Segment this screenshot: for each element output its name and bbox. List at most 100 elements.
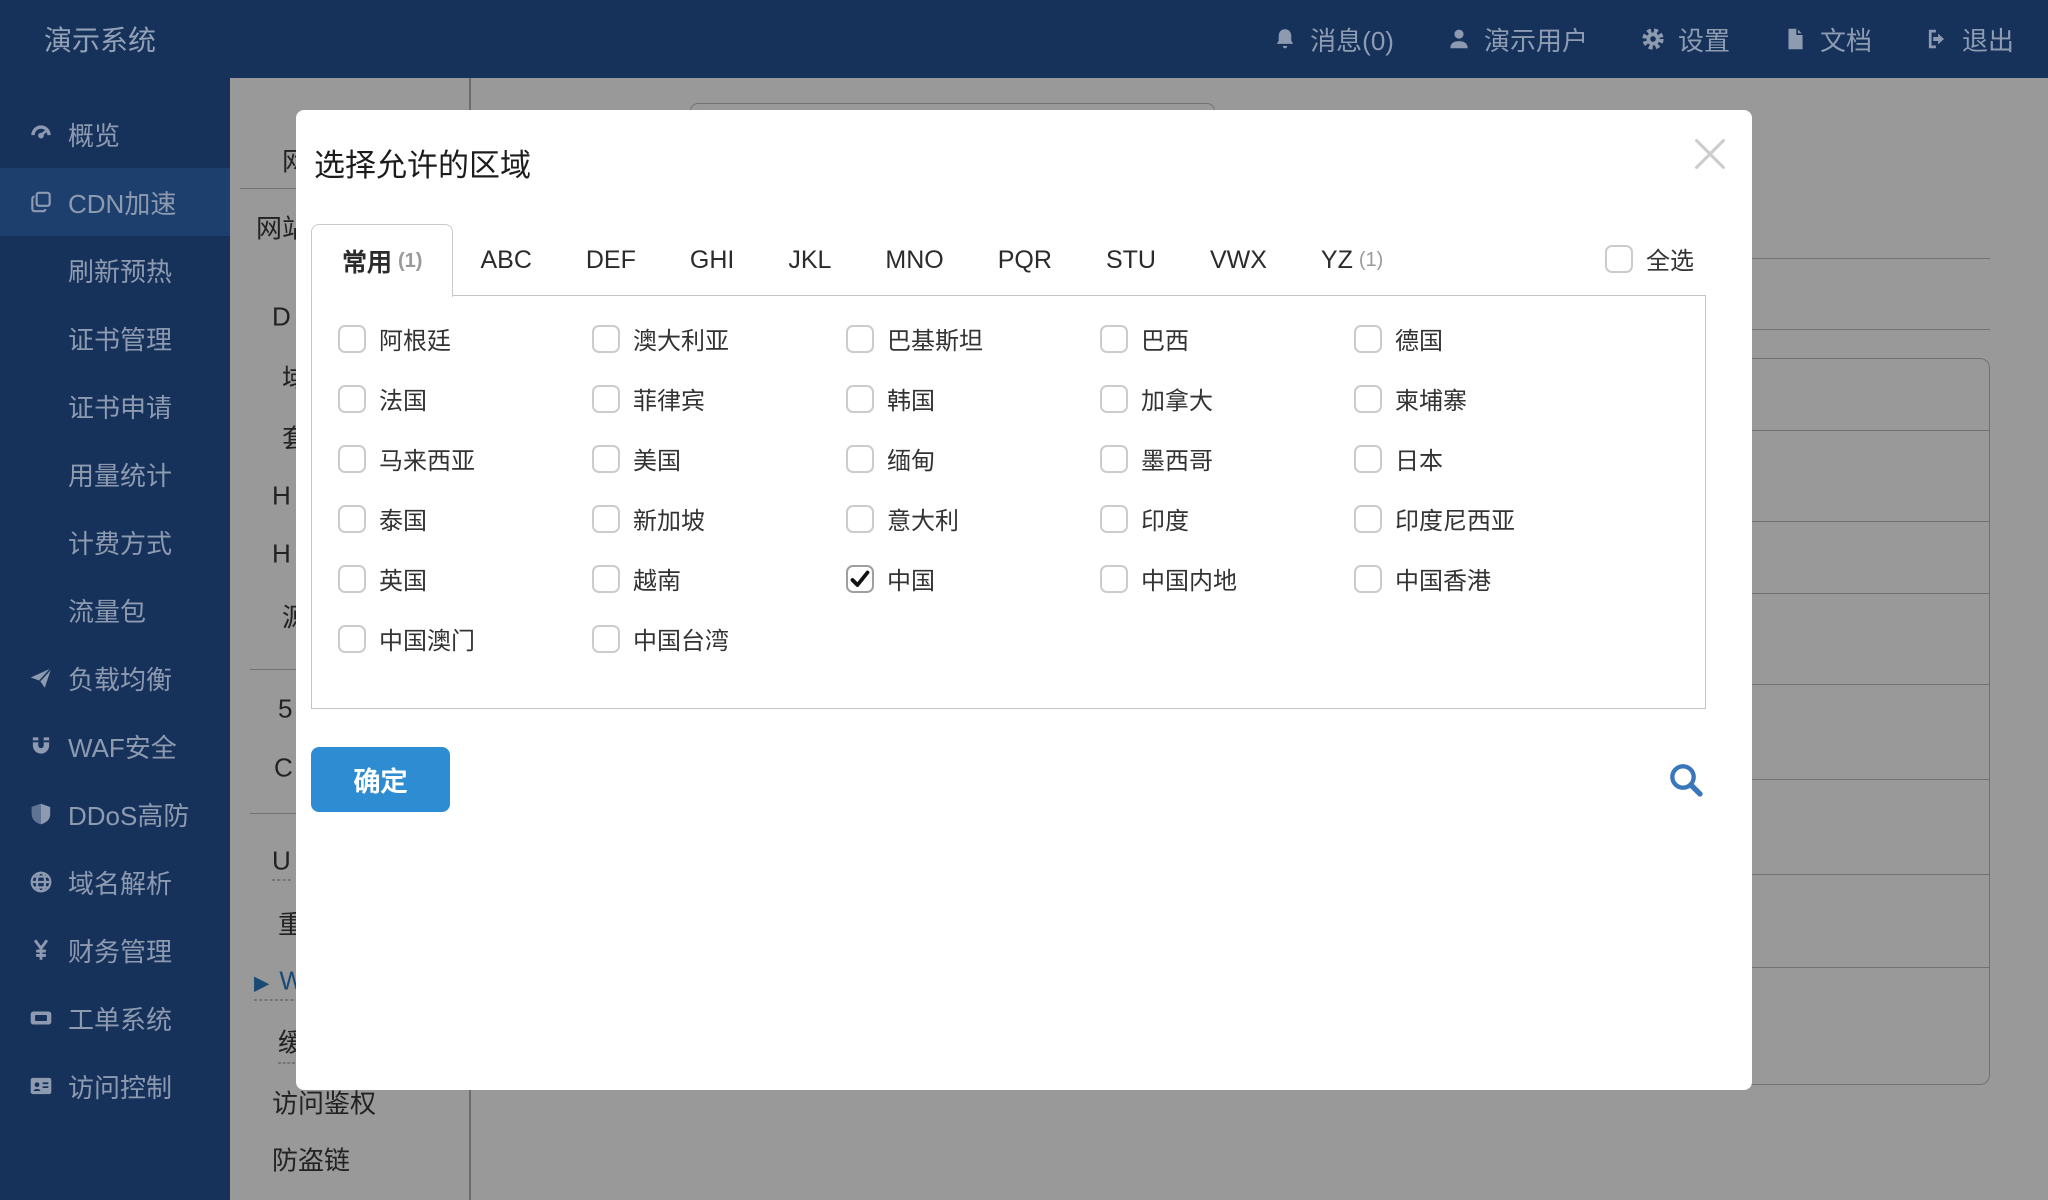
sidebar-item-9[interactable]: 负载均衡 [0,644,230,712]
region-label: 韩国 [887,388,935,415]
region-option[interactable]: 泰国 [338,501,592,536]
sidebar-item-5[interactable]: 证书申请 [0,372,230,440]
nav-item-5[interactable]: 退出 [1924,21,2014,58]
region-option[interactable]: 英国 [338,561,592,596]
region-option[interactable]: 新加坡 [592,501,846,536]
sidebar-item-13[interactable]: 财务管理 [0,916,230,984]
region-label: 美国 [633,448,681,475]
sidebar-item-14[interactable]: 工单系统 [0,984,230,1052]
tab-PQR[interactable]: PQR [971,224,1079,296]
region-label: 巴基斯坦 [887,328,983,355]
checkbox[interactable] [338,624,366,653]
tab-STU[interactable]: STU [1079,224,1183,296]
region-option[interactable]: 马来西亚 [338,441,592,476]
sidebar-item-10[interactable]: WAF安全 [0,712,230,780]
checkbox[interactable] [338,444,366,473]
globe-icon [28,869,54,895]
region-option[interactable]: 巴基斯坦 [846,321,1100,356]
region-option[interactable]: 印度尼西亚 [1354,501,1608,536]
sidebar-item-3[interactable]: 刷新预热 [0,236,230,304]
checkbox[interactable] [846,444,874,473]
region-option[interactable]: 柬埔寨 [1354,381,1608,416]
nav-item-1[interactable]: 消息(0) [1272,21,1394,58]
tab-ABC[interactable]: ABC [453,224,558,296]
checkbox[interactable] [1100,504,1128,533]
checkbox[interactable] [1100,564,1128,593]
region-option[interactable]: 中国 [846,561,1100,596]
checkbox[interactable] [846,324,874,353]
checkbox[interactable] [1354,564,1382,593]
select-all-checkbox[interactable]: 全选 [1605,241,1694,276]
checkbox[interactable] [592,444,620,473]
region-option[interactable]: 巴西 [1100,321,1354,356]
region-option[interactable]: 印度 [1100,501,1354,536]
region-option[interactable]: 缅甸 [846,441,1100,476]
checkbox[interactable] [592,624,620,653]
checkbox[interactable] [1354,444,1382,473]
sidebar-item-4[interactable]: 证书管理 [0,304,230,372]
sidebar-item-11[interactable]: DDoS高防 [0,780,230,848]
checkbox-checked[interactable] [846,564,874,593]
search-icon[interactable] [1662,756,1710,804]
region-option[interactable]: 澳大利亚 [592,321,846,356]
sidebar-item-15[interactable]: 访问控制 [0,1052,230,1120]
nav-item-label: 消息(0) [1310,25,1394,56]
checkbox[interactable] [1354,324,1382,353]
checkbox[interactable] [1354,504,1382,533]
nav-item-3[interactable]: 设置 [1640,21,1730,58]
sidebar-item-12[interactable]: 域名解析 [0,848,230,916]
nav-item-4[interactable]: 文档 [1782,21,1872,58]
tab-常用[interactable]: 常用 (1) [311,224,454,297]
region-option[interactable]: 加拿大 [1100,381,1354,416]
region-option[interactable]: 中国澳门 [338,621,592,656]
checkbox[interactable] [338,504,366,533]
region-option[interactable]: 法国 [338,381,592,416]
checkbox[interactable] [1100,324,1128,353]
checkbox[interactable] [846,384,874,413]
id-card-icon [28,1073,54,1099]
checkbox[interactable] [1354,384,1382,413]
region-label: 印度 [1141,508,1189,535]
region-option[interactable]: 越南 [592,561,846,596]
checkbox[interactable] [592,504,620,533]
checkbox[interactable] [338,384,366,413]
checkbox[interactable] [846,504,874,533]
sidebar-item-1[interactable]: 概览 [0,100,230,168]
checkbox[interactable] [1605,244,1633,273]
region-label: 中国 [887,568,935,595]
sidebar-item-6[interactable]: 用量统计 [0,440,230,508]
region-label: 中国香港 [1395,568,1491,595]
region-option[interactable]: 中国台湾 [592,621,846,656]
region-option[interactable]: 德国 [1354,321,1608,356]
region-option[interactable]: 韩国 [846,381,1100,416]
checkbox[interactable] [338,324,366,353]
nav-item-2[interactable]: 演示用户 [1446,21,1588,58]
region-option[interactable]: 意大利 [846,501,1100,536]
region-option[interactable]: 中国内地 [1100,561,1354,596]
region-option[interactable]: 日本 [1354,441,1608,476]
region-option[interactable]: 美国 [592,441,846,476]
tab-label: MNO [885,245,944,274]
tab-GHI[interactable]: GHI [663,224,761,296]
checkbox[interactable] [1100,384,1128,413]
confirm-button[interactable]: 确定 [311,747,450,812]
checkbox[interactable] [592,324,620,353]
tab-DEF[interactable]: DEF [559,224,663,296]
sidebar-item-2[interactable]: CDN加速 [0,168,230,236]
region-option[interactable]: 墨西哥 [1100,441,1354,476]
tab-JKL[interactable]: JKL [761,224,858,296]
checkbox[interactable] [592,564,620,593]
checkbox[interactable] [1100,444,1128,473]
checkbox[interactable] [338,564,366,593]
region-option[interactable]: 菲律宾 [592,381,846,416]
close-icon[interactable] [1684,128,1736,180]
sidebar-item-7[interactable]: 计费方式 [0,508,230,576]
sidebar-item-label: 刷新预热 [68,256,173,287]
tab-YZ[interactable]: YZ (1) [1294,224,1410,296]
region-option[interactable]: 中国香港 [1354,561,1608,596]
region-option[interactable]: 阿根廷 [338,321,592,356]
sidebar-item-8[interactable]: 流量包 [0,576,230,644]
checkbox[interactable] [592,384,620,413]
tab-VWX[interactable]: VWX [1183,224,1294,296]
tab-MNO[interactable]: MNO [858,224,970,296]
